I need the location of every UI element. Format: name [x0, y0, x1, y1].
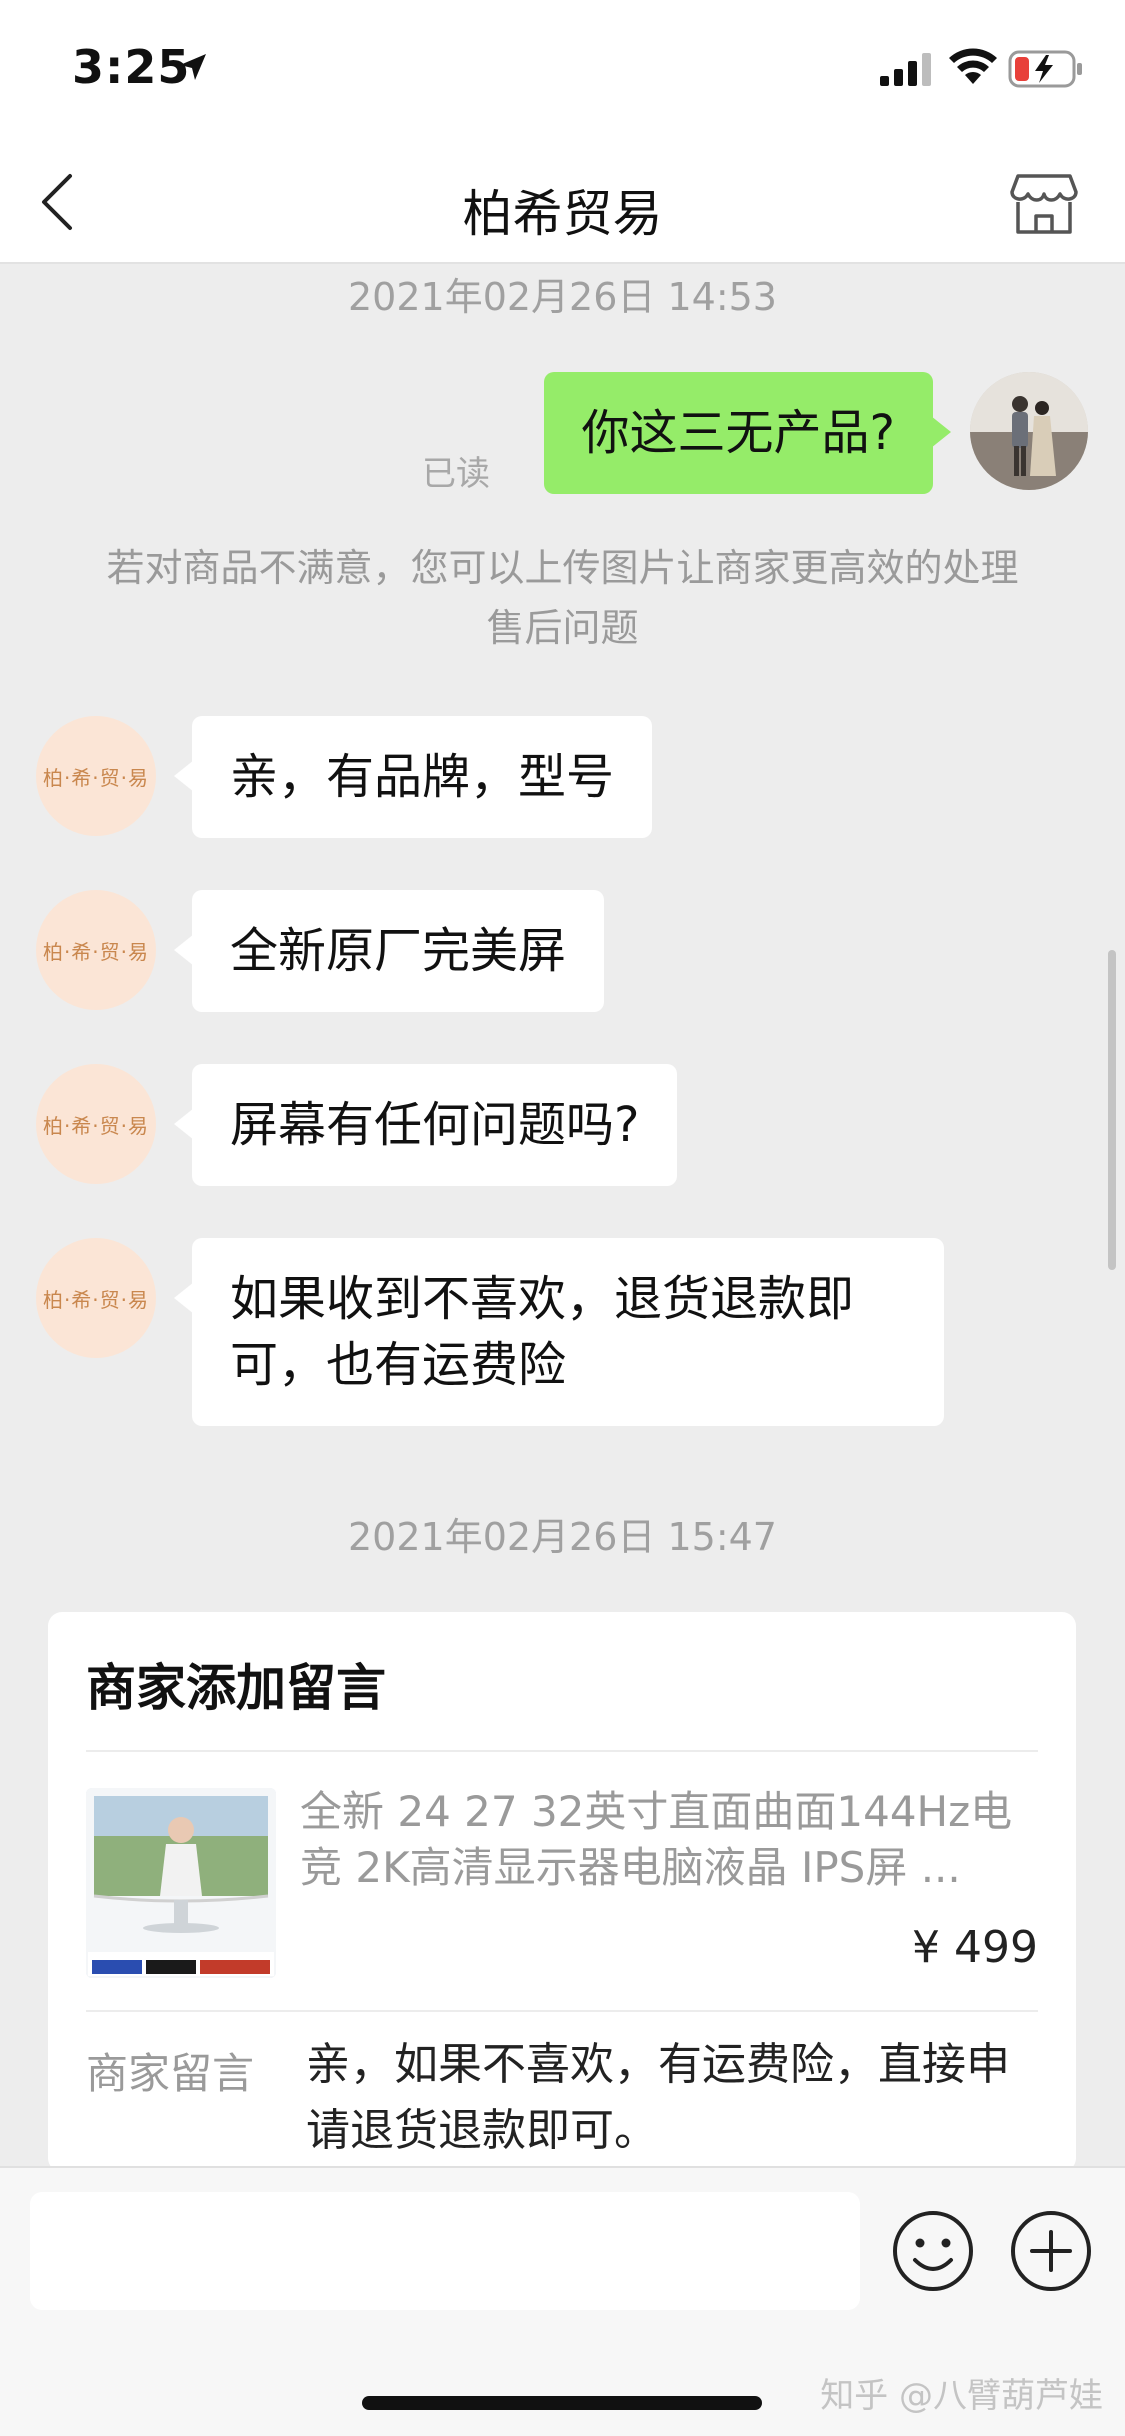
merchant-message-label: 商家留言	[86, 2049, 255, 2098]
wifi-icon	[949, 48, 997, 84]
outgoing-message-bubble[interactable]: 你这三无产品?	[543, 372, 952, 494]
chat-timestamp: 2021年02月26日 14:53	[347, 275, 777, 319]
user-avatar-photo	[970, 372, 1088, 490]
merchant-avatar[interactable]: 柏·希·贸·易	[36, 1064, 156, 1184]
status-time: 3:25	[72, 40, 191, 94]
merchant-avatar-text: 柏·希·贸·易	[42, 1287, 150, 1312]
chat-timestamp: 2021年02月26日 15:47	[347, 1515, 777, 1559]
location-arrow-icon	[180, 54, 206, 80]
shop-icon[interactable]	[1008, 168, 1080, 240]
incoming-message-bubble[interactable]: 如果收到不喜欢，退货退款即可，也有运费险	[174, 1238, 944, 1426]
battery-low-charging-icon	[1008, 50, 1082, 88]
watermark: 知乎 @八臂葫芦娃	[820, 2376, 1103, 2416]
product-price: ¥ 499	[912, 1922, 1038, 1973]
incoming-message-bubble[interactable]: 全新原厂完美屏	[173, 890, 605, 1012]
card-divider	[86, 2010, 1038, 2012]
merchant-message-text: 亲，如果不喜欢，有运费险，直接申请退货退款即可。	[306, 2039, 1010, 2156]
merchant-avatar-text: 柏·希·贸·易	[42, 939, 150, 964]
monitor-product-image	[86, 1788, 276, 1978]
read-status: 已读	[422, 454, 490, 494]
card-divider	[86, 1750, 1038, 1752]
merchant-avatar-text: 柏·希·贸·易	[42, 1113, 150, 1138]
home-indicator[interactable]	[362, 2396, 762, 2410]
user-avatar[interactable]	[970, 372, 1088, 490]
plus-circle-icon[interactable]	[1008, 2208, 1094, 2294]
product-thumbnail[interactable]	[86, 1788, 276, 1978]
message-input[interactable]	[30, 2192, 860, 2310]
product-title[interactable]: 全新 24 27 32英寸直面曲面144Hz电竞 2K高清显示器电脑液晶 IPS…	[300, 1784, 1040, 1896]
page-title: 柏希贸易	[462, 185, 663, 243]
scrollbar-thumb[interactable]	[1108, 950, 1116, 1270]
incoming-message-bubble[interactable]: 屏幕有任何问题吗?	[173, 1064, 678, 1186]
incoming-message-bubble[interactable]: 亲，有品牌，型号	[173, 716, 653, 838]
merchant-note-card[interactable]: 商家添加留言 全新 24 27 32英寸直面曲面144Hz电竞 2K高清显示器电…	[48, 1612, 1076, 2172]
merchant-avatar-text: 柏·希·贸·易	[42, 765, 150, 790]
nav-bar: 柏希贸易	[0, 140, 1125, 264]
system-tip: 若对商品不满意，您可以上传图片让商家更高效的处理售后问题	[106, 546, 1019, 650]
status-bar: 3:25	[0, 0, 1125, 140]
card-title: 商家添加留言	[86, 1659, 386, 1717]
merchant-avatar[interactable]: 柏·希·贸·易	[36, 1238, 156, 1358]
merchant-avatar[interactable]: 柏·希·贸·易	[36, 890, 156, 1010]
merchant-avatar[interactable]: 柏·希·贸·易	[36, 716, 156, 836]
signal-icon	[880, 53, 931, 86]
smiley-icon[interactable]	[890, 2208, 976, 2294]
